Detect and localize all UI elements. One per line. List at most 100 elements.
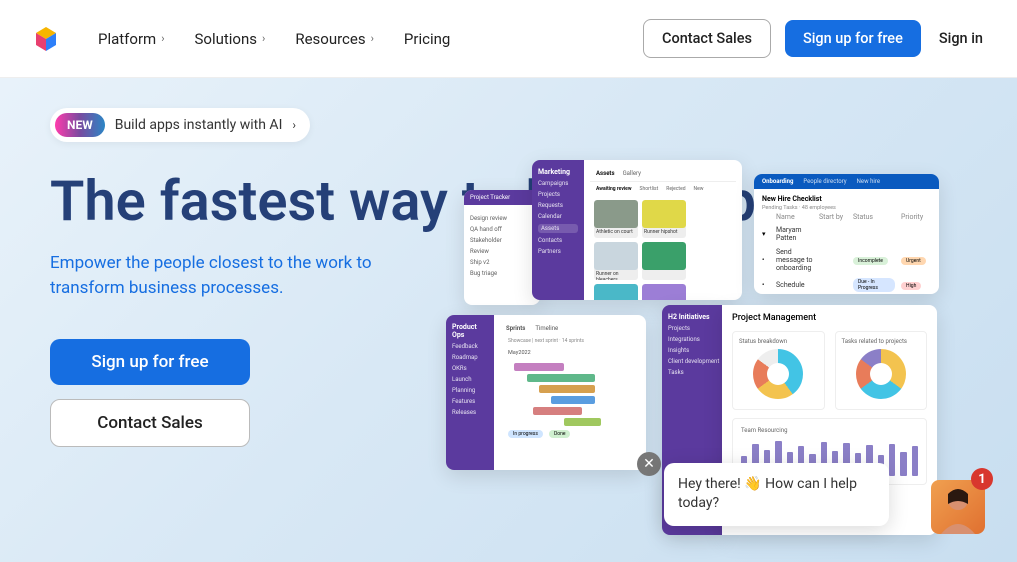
sidebar-item: Feedback — [452, 343, 488, 350]
nav-label: Pricing — [404, 30, 450, 48]
gallery: Athletic on court Runner hipshot Runner … — [590, 196, 736, 300]
sidebar-item: Campaigns — [538, 180, 578, 187]
list-item: Stakeholder — [470, 237, 534, 244]
sidebar-item: Calendar — [538, 213, 578, 220]
donut-chart — [753, 349, 803, 399]
sidebar: Product Ops Feedback Roadmap OKRs Launch… — [446, 315, 494, 470]
table-row: •Send message to onboardingIncompleteUrg… — [762, 245, 931, 275]
ai-announcement-pill[interactable]: NEW Build apps instantly with AI › — [50, 108, 310, 142]
gantt-chart: In progress Done — [500, 356, 640, 442]
col-header: Start by — [819, 213, 847, 221]
subtab: Awaiting review — [596, 186, 632, 192]
tab: New hire — [857, 178, 880, 185]
signin-link[interactable]: Sign in — [935, 20, 987, 57]
sidebar-title: Marketing — [538, 168, 578, 176]
logo[interactable] — [30, 23, 62, 55]
sidebar-item: Features — [452, 398, 488, 405]
subtab: New — [694, 186, 704, 192]
sidebar-item: Projects — [668, 325, 716, 332]
subtitle: Showcase | next sprint · 14 sprints — [500, 336, 640, 346]
contact-sales-button[interactable]: Contact Sales — [643, 19, 771, 58]
tab: Assets — [596, 170, 615, 177]
chat-popup[interactable]: Hey there! 👋 How can I help today? — [664, 463, 889, 526]
sidebar-title: Product Ops — [452, 323, 488, 339]
tab: Timeline — [535, 325, 558, 332]
tab: Onboarding — [762, 178, 793, 185]
nav-label: Solutions — [195, 30, 258, 48]
hero-signup-button[interactable]: Sign up for free — [50, 339, 250, 385]
status-chip: In progress — [508, 430, 543, 438]
table-rows: ▾Maryam Patten•Send message to onboardin… — [762, 223, 931, 294]
donut-box: Tasks related to projects — [835, 331, 928, 410]
nav-label: Platform — [98, 30, 156, 48]
gallery-item: Athletic on court — [594, 200, 638, 238]
gallery-item — [642, 242, 686, 280]
list-item: Ship v2 — [470, 259, 534, 266]
tab: People directory — [803, 178, 846, 185]
nav-platform[interactable]: Platform › — [98, 30, 165, 48]
cta-row: Sign up for free Contact Sales — [50, 339, 250, 447]
list-item: Review — [470, 248, 534, 255]
bar — [889, 444, 895, 476]
sidebar-item: Tasks — [668, 369, 716, 376]
box-label: Team Resourcing — [741, 427, 918, 434]
donut-box: Status breakdown — [732, 331, 825, 410]
sidebar-item: Releases — [452, 409, 488, 416]
sidebar: Marketing Campaigns Projects Requests Ca… — [532, 160, 584, 300]
card-title: Project Management — [722, 305, 937, 327]
gallery-item: Runner on bleachers — [594, 242, 638, 280]
caption: Runner hipshot — [642, 228, 686, 236]
card-header: Onboarding People directory New hire — [754, 174, 939, 189]
subtab: Rejected — [666, 186, 685, 192]
card-marketing-gallery: Marketing Campaigns Projects Requests Ca… — [532, 160, 742, 300]
chat-close-button[interactable]: ✕ — [637, 452, 661, 476]
hero-contact-button[interactable]: Contact Sales — [50, 399, 250, 447]
bar — [900, 452, 906, 476]
new-badge: NEW — [55, 113, 105, 137]
tabs: Assets Gallery — [590, 166, 736, 182]
header: Platform› Solutions› Resources› Pricing … — [0, 0, 1017, 78]
subheadline: Empower the people closest to the work t… — [50, 251, 420, 300]
nav: Platform › Solutions › Resources› Pricing — [98, 30, 450, 48]
nav-pricing[interactable]: Pricing — [404, 30, 450, 48]
nav-label: Resources — [295, 30, 365, 48]
gallery-item — [594, 284, 638, 300]
chat-text: Hey there! 👋 How can I help today? — [678, 476, 857, 512]
sidebar-item-active: Assets — [538, 224, 578, 233]
nav-resources[interactable]: Resources› — [295, 30, 374, 48]
card-onboarding-table: Onboarding People directory New hire New H… — [754, 174, 939, 294]
month-label: May2022 — [500, 346, 640, 356]
chevron-right-icon: › — [262, 32, 265, 45]
table-row: ▾Maryam Patten — [762, 223, 931, 245]
list-item: Bug triage — [470, 270, 534, 277]
gallery-item — [642, 284, 686, 300]
table-row: •ScheduleDue - In ProgressHigh — [762, 275, 931, 294]
sidebar-item: Projects — [538, 191, 578, 198]
sidebar-item: Partners — [538, 248, 578, 255]
col-header: Status — [853, 213, 895, 221]
col-header: Name — [776, 213, 813, 221]
subtabs: Awaiting reviewShortlistRejectedNew — [590, 182, 736, 196]
card-project-tracker: Project Tracker Design review QA hand of… — [464, 190, 540, 305]
sidebar-title: H2 Initiatives — [668, 313, 716, 321]
sidebar-item: Integrations — [668, 336, 716, 343]
table-title: New Hire Checklist — [762, 195, 931, 203]
gantt-bar — [514, 363, 564, 371]
gantt-bar — [539, 385, 595, 393]
chevron-right-icon: › — [161, 32, 164, 45]
notification-badge: 1 — [971, 468, 993, 490]
card-body: New Hire Checklist Pending Tasks · 48 em… — [754, 189, 939, 294]
signup-button[interactable]: Sign up for free — [785, 20, 921, 57]
status-chip: Done — [549, 430, 571, 438]
sidebar-item: Planning — [452, 387, 488, 394]
caption: Athletic on court — [594, 228, 638, 236]
card-body: AssetsGallery Awaiting reviewShortlistRe… — [584, 160, 742, 300]
tab: Gallery — [623, 170, 641, 177]
nav-solutions[interactable]: Solutions › — [195, 30, 266, 48]
table-header: NameStart byStatusPriority — [762, 211, 931, 223]
gantt-bar — [533, 407, 583, 415]
list-item: Design review — [470, 215, 534, 222]
sidebar-item: Launch — [452, 376, 488, 383]
gantt-bar — [564, 418, 601, 426]
box-label: Status breakdown — [739, 338, 787, 345]
